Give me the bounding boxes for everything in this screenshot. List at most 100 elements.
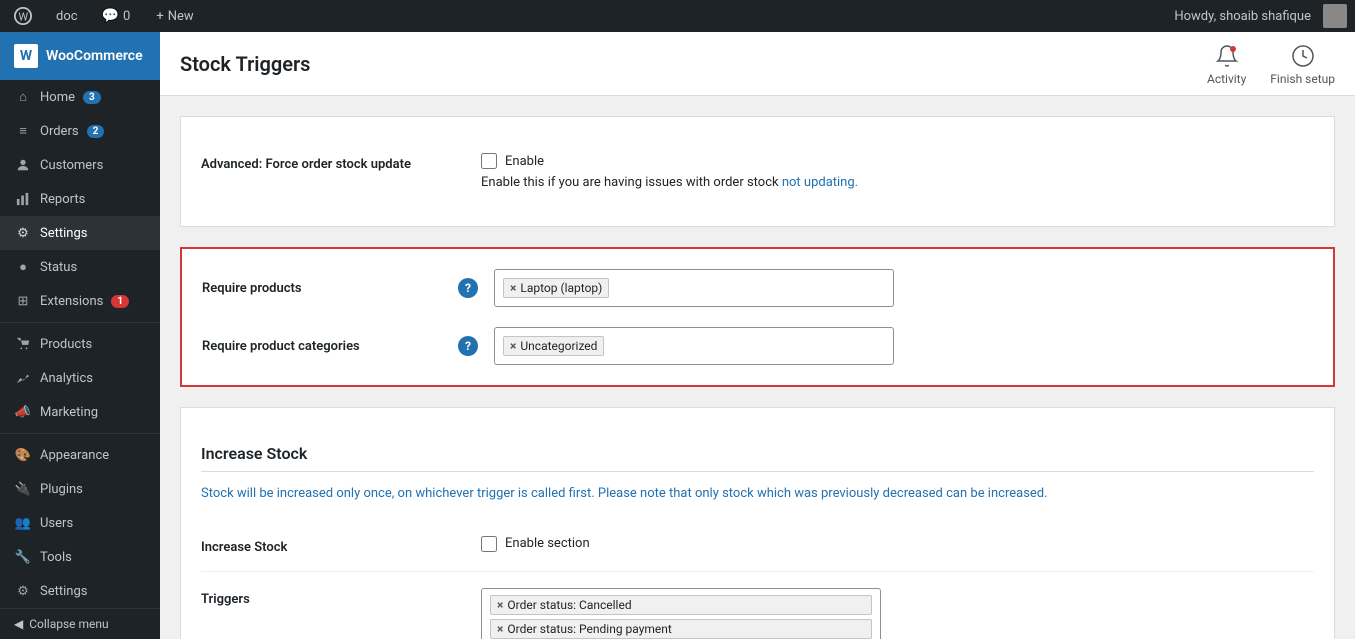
activity-button[interactable]: Activity (1207, 42, 1246, 86)
comment-icon: 💬 (102, 8, 119, 24)
trigger-tag-text-1: Order status: Pending payment (507, 622, 671, 636)
comments-button[interactable]: 💬 0 (96, 0, 137, 32)
increase-stock-control: Enable section (481, 536, 1314, 552)
require-products-help[interactable]: ? (458, 278, 478, 298)
triggers-label: Triggers (201, 588, 481, 607)
triggers-control: × Order status: Cancelled × Order status… (481, 588, 1314, 639)
tools-icon: 🔧 (14, 548, 32, 566)
require-products-tag-remove-0[interactable]: × (510, 281, 516, 295)
new-button[interactable]: + New (150, 0, 199, 32)
require-categories-tag-remove-0[interactable]: × (510, 339, 516, 353)
home-icon: ⌂ (14, 88, 32, 106)
appearance-icon: 🎨 (14, 446, 32, 464)
force-update-section: Advanced: Force order stock update Enabl… (180, 116, 1335, 227)
force-update-label: Advanced: Force order stock update (201, 153, 481, 172)
collapse-arrow-icon: ◀ (14, 617, 23, 631)
extensions-badge: 1 (111, 295, 129, 308)
force-update-checkbox[interactable] (481, 153, 497, 169)
force-update-control: Enable Enable this if you are having iss… (481, 153, 1314, 190)
force-update-checkbox-label: Enable (505, 154, 544, 169)
sidebar-item-customers[interactable]: Customers (0, 148, 160, 182)
comments-count: 0 (123, 9, 130, 24)
products-icon (14, 335, 32, 353)
sidebar-settings-label: Settings (40, 226, 87, 241)
require-products-input[interactable]: × Laptop (laptop) (494, 269, 894, 307)
require-products-label: Require products (202, 281, 442, 296)
content-area: Advanced: Force order stock update Enabl… (160, 96, 1355, 639)
analytics-icon (14, 369, 32, 387)
increase-stock-title: Increase Stock (201, 428, 1314, 472)
sidebar-item-analytics[interactable]: Analytics (0, 361, 160, 395)
require-categories-help[interactable]: ? (458, 336, 478, 356)
sidebar-customers-label: Customers (40, 158, 103, 173)
force-update-checkbox-row: Enable (481, 153, 1314, 169)
sidebar-status-label: Status (40, 260, 77, 275)
plus-icon: + (156, 9, 163, 24)
sidebar-item-home[interactable]: ⌂ Home 3 (0, 80, 160, 114)
sidebar-item-status[interactable]: ● Status (0, 250, 160, 284)
sidebar: W WooCommerce ⌂ Home 3 ≡ Orders 2 Custom… (0, 32, 160, 639)
finish-setup-button[interactable]: Finish setup (1270, 42, 1335, 86)
sidebar-brand[interactable]: W WooCommerce (0, 32, 160, 80)
sidebar-orders-label: Orders (40, 124, 79, 139)
app-body: W WooCommerce ⌂ Home 3 ≡ Orders 2 Custom… (0, 32, 1355, 639)
activity-label: Activity (1207, 72, 1246, 86)
wp-settings-icon: ⚙ (14, 582, 32, 600)
sidebar-item-tools[interactable]: 🔧 Tools (0, 540, 160, 574)
brand-label: WooCommerce (46, 48, 143, 64)
sidebar-item-extensions[interactable]: ⊞ Extensions 1 (0, 284, 160, 318)
increase-stock-checkbox-label: Enable section (505, 536, 590, 551)
increase-stock-checkbox[interactable] (481, 536, 497, 552)
user-greeting: Howdy, shoaib shafique (1166, 9, 1319, 24)
sidebar-item-plugins[interactable]: 🔌 Plugins (0, 472, 160, 506)
new-label: New (168, 9, 194, 24)
require-section: Require products ? × Laptop (laptop) Req… (180, 247, 1335, 387)
sidebar-products-label: Products (40, 337, 92, 352)
main-content: Stock Triggers Activity Finish setup (160, 32, 1355, 639)
extensions-icon: ⊞ (14, 292, 32, 310)
customers-icon (14, 156, 32, 174)
users-icon: 👥 (14, 514, 32, 532)
sidebar-item-appearance[interactable]: 🎨 Appearance (0, 438, 160, 472)
status-icon: ● (14, 258, 32, 276)
sidebar-appearance-label: Appearance (40, 448, 109, 463)
require-products-tag-text-0: Laptop (laptop) (520, 281, 602, 295)
collapse-menu-button[interactable]: ◀ Collapse menu (0, 608, 160, 639)
require-categories-tag-text-0: Uncategorized (520, 339, 597, 353)
site-name-button[interactable]: doc (50, 0, 84, 32)
sidebar-item-marketing[interactable]: 📣 Marketing (0, 395, 160, 429)
admin-bar: W doc 💬 0 + New Howdy, shoaib shafique (0, 0, 1355, 32)
settings-icon: ⚙ (14, 224, 32, 242)
trigger-tag-remove-0[interactable]: × (497, 598, 503, 612)
finish-setup-label: Finish setup (1270, 72, 1335, 86)
svg-text:W: W (19, 11, 29, 24)
sidebar-users-label: Users (40, 516, 73, 531)
trigger-tag-text-0: Order status: Cancelled (507, 598, 631, 612)
triggers-input[interactable]: × Order status: Cancelled × Order status… (481, 588, 881, 639)
sidebar-item-orders[interactable]: ≡ Orders 2 (0, 114, 160, 148)
sidebar-tools-label: Tools (40, 550, 72, 565)
nav-divider-1 (0, 322, 160, 323)
sidebar-item-settings[interactable]: ⚙ Settings (0, 216, 160, 250)
sidebar-item-reports[interactable]: Reports (0, 182, 160, 216)
force-update-desc: Enable this if you are having issues wit… (481, 175, 1314, 190)
user-avatar (1323, 4, 1347, 28)
require-categories-row: Require product categories ? × Uncategor… (202, 327, 1313, 365)
trigger-tag-0: × Order status: Cancelled (490, 595, 872, 615)
marketing-icon: 📣 (14, 403, 32, 421)
activity-icon (1213, 42, 1241, 70)
sidebar-plugins-label: Plugins (40, 482, 83, 497)
sidebar-item-users[interactable]: 👥 Users (0, 506, 160, 540)
trigger-tag-remove-1[interactable]: × (497, 622, 503, 636)
require-products-tag-0: × Laptop (laptop) (503, 278, 609, 298)
increase-stock-section: Increase Stock Stock will be increased o… (180, 407, 1335, 639)
sidebar-item-wp-settings[interactable]: ⚙ Settings (0, 574, 160, 608)
force-update-desc-text: Enable this if you are having issues wit… (481, 175, 782, 190)
sidebar-item-products[interactable]: Products (0, 327, 160, 361)
require-categories-input[interactable]: × Uncategorized (494, 327, 894, 365)
top-bar: Stock Triggers Activity Finish setup (160, 32, 1355, 96)
increase-stock-checkbox-row: Enable section (481, 536, 1314, 552)
wp-logo-button[interactable]: W (8, 0, 38, 32)
finish-setup-icon (1289, 42, 1317, 70)
nav-divider-2 (0, 433, 160, 434)
